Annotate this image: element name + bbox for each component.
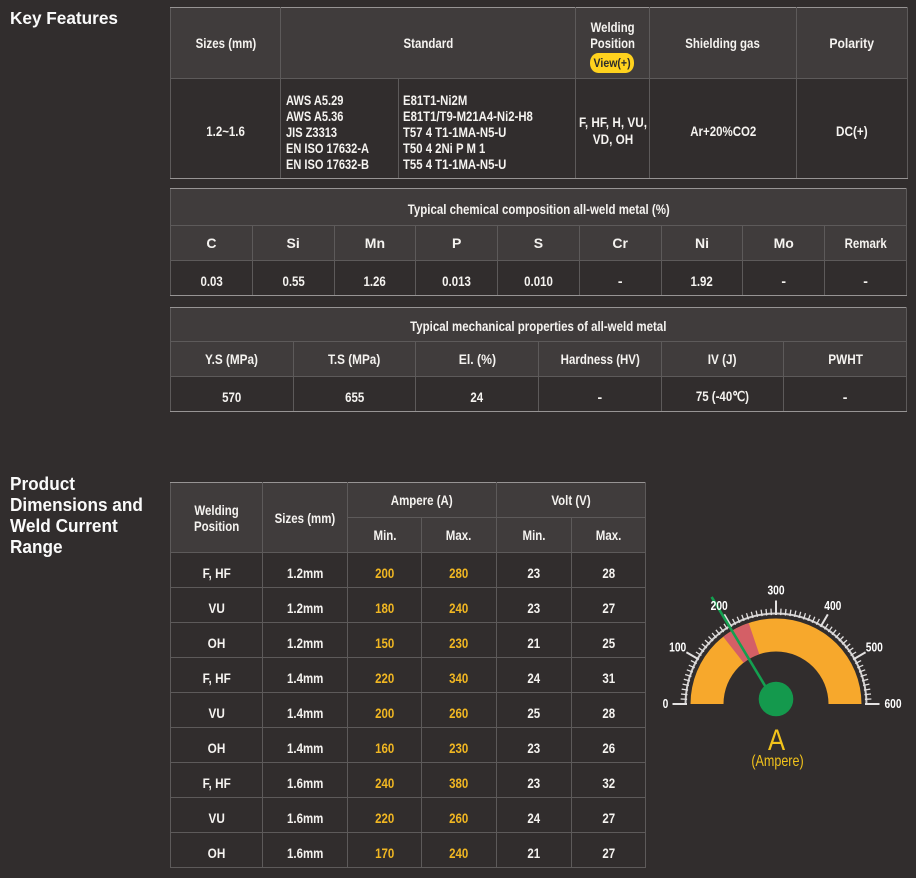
svg-text:600: 600 xyxy=(884,698,901,711)
svg-text:500: 500 xyxy=(866,642,883,655)
svg-text:100: 100 xyxy=(669,642,686,655)
svg-text:0: 0 xyxy=(663,698,669,711)
svg-text:(Ampere): (Ampere) xyxy=(751,752,803,770)
svg-text:400: 400 xyxy=(824,600,841,613)
svg-text:200: 200 xyxy=(711,600,728,613)
svg-text:300: 300 xyxy=(767,585,784,598)
